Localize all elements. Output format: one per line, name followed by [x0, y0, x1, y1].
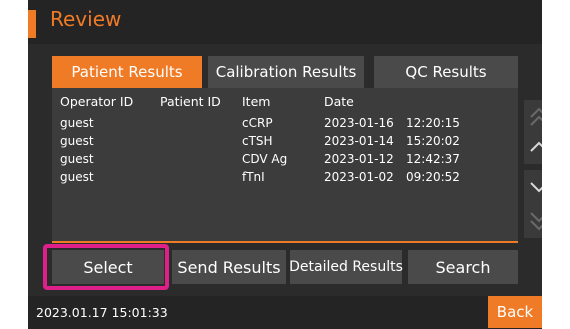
cell-item: fTnI: [242, 170, 265, 184]
cell-date: 2023-01-14: [324, 134, 394, 148]
cell-time: 15:20:02: [406, 134, 460, 148]
cell-operator: guest: [60, 134, 94, 148]
chevron-up-icon: [530, 141, 542, 152]
tab-qc-results[interactable]: QC Results: [374, 56, 518, 88]
cell-operator: guest: [60, 152, 94, 166]
title-bar: Review: [28, 0, 542, 44]
cell-item: cCRP: [242, 116, 273, 130]
tab-patient-results[interactable]: Patient Results: [52, 56, 202, 88]
select-button[interactable]: Select: [52, 250, 164, 286]
back-button[interactable]: Back: [488, 296, 542, 328]
cell-item: CDV Ag: [242, 152, 288, 166]
datetime-display: 2023.01.17 15:01:33: [36, 305, 168, 320]
cell-date: 2023-01-02: [324, 170, 394, 184]
scroll-page-up-button[interactable]: [524, 100, 542, 134]
cell-time: 12:42:37: [406, 152, 460, 166]
page-title: Review: [50, 7, 122, 31]
column-header-patient-id: Patient ID: [160, 94, 221, 109]
double-chevron-down-icon: [530, 212, 542, 231]
column-header-operator-id: Operator ID: [60, 94, 134, 109]
scroll-up-button[interactable]: [524, 130, 542, 164]
device-screen: Review Patient Results Calibration Resul…: [28, 0, 542, 329]
cell-date: 2023-01-16: [324, 116, 394, 130]
scroll-down-button[interactable]: [524, 170, 542, 204]
status-bar: 2023.01.17 15:01:33: [28, 296, 542, 329]
search-button[interactable]: Search: [408, 250, 518, 286]
cell-time: 09:20:52: [406, 170, 460, 184]
send-results-button[interactable]: Send Results: [172, 250, 286, 286]
detailed-results-button[interactable]: Detailed Results: [289, 250, 403, 286]
cell-date: 2023-01-12: [324, 152, 394, 166]
tab-calibration-results[interactable]: Calibration Results: [208, 56, 364, 88]
title-accent-bar: [28, 10, 36, 38]
double-chevron-up-icon: [530, 107, 542, 126]
cell-item: cTSH: [242, 134, 273, 148]
cell-time: 12:20:15: [406, 116, 460, 130]
results-table: Operator ID Patient ID Item Date guest c…: [52, 88, 518, 243]
cell-operator: guest: [60, 116, 94, 130]
chevron-down-icon: [530, 182, 542, 193]
cell-operator: guest: [60, 170, 94, 184]
column-header-date: Date: [324, 94, 354, 109]
scroll-page-down-button[interactable]: [524, 204, 542, 238]
column-header-item: Item: [242, 94, 271, 109]
